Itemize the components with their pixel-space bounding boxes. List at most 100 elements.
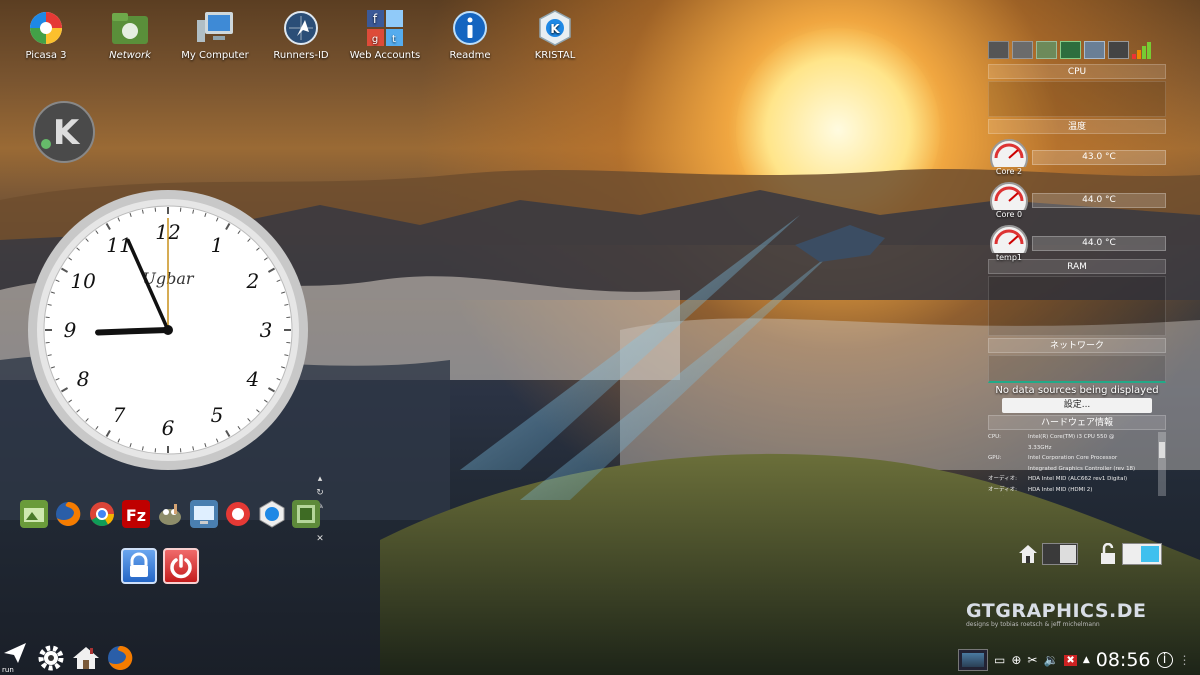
taskbar-clock[interactable]: 08:56 [1096, 649, 1151, 671]
monitor-hdd-icon[interactable] [988, 41, 1009, 59]
analog-clock-widget[interactable]: 12 1 2 3 4 5 6 7 8 9 10 11 Ugbar [26, 188, 310, 472]
home-toggle-switch[interactable] [1042, 543, 1078, 565]
gimp-icon[interactable] [156, 500, 184, 528]
no-data-message: No data sources being displayed [995, 385, 1159, 396]
network-status-icon[interactable]: ⊕ [1011, 653, 1021, 667]
monitor-users-icon[interactable] [1084, 41, 1105, 59]
watermark-subtitle: designs by tobias roetsch & jeff michelm… [966, 621, 1100, 628]
hardware-value: HDA Intel MID (HDMI 2) [1028, 486, 1093, 493]
sensor-value: 43.0 °C [1032, 150, 1166, 165]
desktop-icon-web-accounts[interactable]: fgt Web Accounts [345, 8, 425, 61]
hardware-value: Intel Corporation Core Processor [1028, 455, 1118, 461]
power-button[interactable] [163, 548, 199, 584]
hardware-value: 3.33GHz [1028, 444, 1052, 451]
lock-button[interactable] [121, 548, 157, 584]
desktop-icon-kristal[interactable]: K KRISTAL [515, 8, 595, 61]
hardware-value: Integrated Graphics Controller (rev 18) [1028, 465, 1136, 472]
hardware-key: オーディオ: [988, 476, 1017, 482]
monitor-chip-icon[interactable] [1108, 41, 1129, 59]
photo-app-icon[interactable] [20, 500, 48, 528]
clock-number: 9 [64, 318, 77, 342]
home-toggle[interactable] [1018, 543, 1078, 565]
kde-logo-widget[interactable]: K [32, 100, 96, 164]
desktop-icon-network[interactable]: Network [90, 8, 170, 61]
desktop-icon-label: Runners-ID [273, 50, 329, 61]
kristal-launcher-icon[interactable] [258, 500, 286, 528]
monitor-drive-icon[interactable] [1012, 41, 1033, 59]
sensor-name: Core 2 [995, 166, 1023, 176]
tray-expand-icon[interactable]: ▲ [1083, 655, 1090, 665]
gauge-icon: Core 2 [988, 137, 1030, 179]
desktop-icon-readme[interactable]: Readme [430, 8, 510, 61]
firefox-icon[interactable] [106, 644, 134, 672]
gear-icon[interactable] [36, 643, 66, 673]
clock-number: 11 [106, 233, 131, 257]
hardware-row: オーディオ: HDA Intel MID (HDMI 2) [988, 485, 1158, 496]
network-folder-icon [110, 8, 150, 48]
info-icon[interactable]: i [1156, 652, 1173, 668]
svg-text:K: K [550, 22, 560, 36]
lock-toggle-switch[interactable] [1122, 543, 1162, 565]
run-launcher[interactable]: run [2, 641, 30, 675]
svg-text:Fz: Fz [126, 506, 146, 525]
system-tray: ▭ ⊕ ✂ 🔉 ✖ ▲ 08:56 i ⋮ [958, 645, 1191, 675]
clock-face: 121234567891011 Ugbar [28, 190, 308, 470]
quick-launcher: Fz [20, 500, 320, 528]
unlock-icon [1101, 543, 1115, 564]
volume-icon[interactable]: 🔉 [1043, 653, 1058, 667]
notification-icon[interactable]: ✖ [1064, 654, 1077, 666]
sensor-name: temp1 [995, 252, 1023, 262]
send-icon [4, 642, 26, 663]
hardware-value: HDA Intel MID (ALC662 rev1 Digital) [1028, 476, 1128, 482]
screen-app-icon[interactable] [190, 500, 218, 528]
desktop-icon-label: Web Accounts [349, 50, 421, 61]
monitor-signal-icon[interactable] [1132, 41, 1153, 59]
svg-text:g: g [372, 34, 378, 45]
desktop-icon-picasa[interactable]: Picasa 3 [6, 8, 86, 61]
kristal-icon: K [535, 8, 575, 48]
hardware-value: HDA Intel MID (HDMI 1) [1028, 495, 1092, 496]
panel-toolbox-icon[interactable]: ⋮ [1179, 653, 1191, 667]
kde-logo-icon: K [33, 101, 95, 163]
close-icon[interactable]: ✕ [314, 532, 326, 546]
desktop-icon-my-computer[interactable]: My Computer [175, 8, 255, 61]
ram-graph [988, 276, 1166, 336]
desktop-icon-label: Network [109, 50, 151, 61]
gauge-icon: temp1 [988, 223, 1030, 265]
hardware-scrollbar[interactable] [1158, 432, 1166, 496]
arrow-up-icon[interactable]: ▴ [314, 472, 326, 486]
hardware-row: CPU: Intel(R) Core(TM) i3 CPU 550 @ [988, 432, 1158, 443]
home-icon[interactable] [72, 645, 100, 671]
hardware-key [988, 443, 1028, 454]
power-icon [170, 554, 192, 579]
hardware-row: 3.33GHz [988, 443, 1158, 454]
desktop-icon-label: My Computer [181, 50, 249, 61]
desktop-icon-label: Picasa 3 [25, 50, 67, 61]
monitor-memory-icon[interactable] [1036, 41, 1057, 59]
hardware-key: オーディオ: [988, 495, 1028, 496]
chrome-icon[interactable] [88, 500, 116, 528]
gauge-icon: Core 0 [988, 180, 1030, 222]
filezilla-icon[interactable]: Fz [122, 500, 150, 528]
clock-number: 1 [211, 233, 224, 257]
desktop-pager[interactable] [958, 649, 988, 671]
settings-button[interactable]: 設定... [1002, 398, 1152, 413]
scissors-icon[interactable]: ✂ [1027, 653, 1037, 667]
lock-toggle[interactable] [1098, 543, 1162, 565]
hardware-row: オーディオ: HDA Intel MID (ALC662 rev1 Digital… [988, 474, 1158, 485]
app-green-icon[interactable] [292, 500, 320, 528]
clock-number: 2 [246, 269, 260, 293]
battery-icon[interactable]: ▭ [994, 653, 1005, 667]
hardware-row: Integrated Graphics Controller (rev 18) [988, 464, 1158, 475]
desktop-icon-runners-id[interactable]: Runners-ID [261, 8, 341, 61]
app-red-icon[interactable] [224, 500, 252, 528]
picasa-icon [26, 8, 66, 48]
rotate-icon[interactable]: ↻ [314, 486, 326, 500]
clock-number: 7 [113, 403, 126, 427]
firefox-icon[interactable] [54, 500, 82, 528]
hardware-value: Intel(R) Core(TM) i3 CPU 550 @ [1028, 434, 1115, 440]
hardware-key: GPU: [988, 455, 1002, 461]
monitor-network-icon[interactable] [1060, 41, 1081, 59]
watermark-title: GTGRAPHICS.DE [966, 600, 1147, 622]
clock-number: 10 [70, 269, 96, 293]
